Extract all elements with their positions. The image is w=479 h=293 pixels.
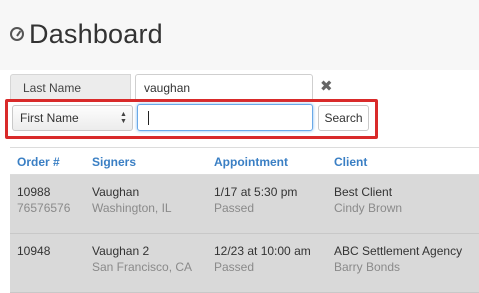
client-contact: Cindy Brown bbox=[334, 201, 403, 215]
client-name: Best Client bbox=[334, 185, 393, 199]
last-name-label: Last Name bbox=[10, 74, 131, 102]
signer-location: Washington, IL bbox=[92, 201, 172, 215]
appointment-status: Passed bbox=[214, 260, 255, 274]
column-header-signers[interactable]: Signers bbox=[92, 155, 136, 169]
search-input[interactable] bbox=[137, 104, 313, 131]
field-select-value: First Name bbox=[20, 111, 79, 125]
close-icon[interactable]: ✖ bbox=[320, 78, 334, 96]
order-number: 10948 bbox=[17, 244, 51, 258]
select-arrows-icon: ▲ ▼ bbox=[120, 111, 127, 125]
signer-location: San Francisco, CA bbox=[92, 260, 193, 274]
appointment-status: Passed bbox=[214, 201, 255, 215]
search-button[interactable]: Search bbox=[318, 105, 369, 131]
table-row[interactable]: 10948 Vaughan 2 San Francisco, CA 12/23 … bbox=[10, 234, 479, 293]
text-caret bbox=[148, 111, 149, 125]
title-row: Dashboard bbox=[10, 16, 163, 52]
order-number: 10988 bbox=[17, 185, 51, 199]
column-header-order[interactable]: Order # bbox=[17, 155, 60, 169]
table-header: Order # Signers Appointment Client bbox=[10, 148, 479, 175]
page-title: Dashboard bbox=[29, 18, 163, 49]
orders-table: Order # Signers Appointment Client 10988… bbox=[10, 147, 479, 293]
table-row[interactable]: 10988 76576576 Vaughan Washington, IL 1/… bbox=[10, 175, 479, 234]
client-contact: Barry Bonds bbox=[334, 260, 401, 274]
client-name: ABC Settlement Agency bbox=[334, 244, 463, 258]
dashboard-icon bbox=[10, 27, 24, 41]
order-reference: 76576576 bbox=[17, 201, 71, 215]
last-name-input[interactable]: vaughan bbox=[135, 74, 313, 102]
appointment-time: 12/23 at 10:00 am bbox=[214, 244, 311, 258]
field-select[interactable]: First Name ▲ ▼ bbox=[12, 105, 133, 131]
column-header-appointment[interactable]: Appointment bbox=[214, 155, 288, 169]
signer-name: Vaughan 2 bbox=[92, 244, 150, 258]
signer-name: Vaughan bbox=[92, 185, 140, 199]
column-header-client[interactable]: Client bbox=[334, 155, 367, 169]
appointment-time: 1/17 at 5:30 pm bbox=[214, 185, 298, 199]
